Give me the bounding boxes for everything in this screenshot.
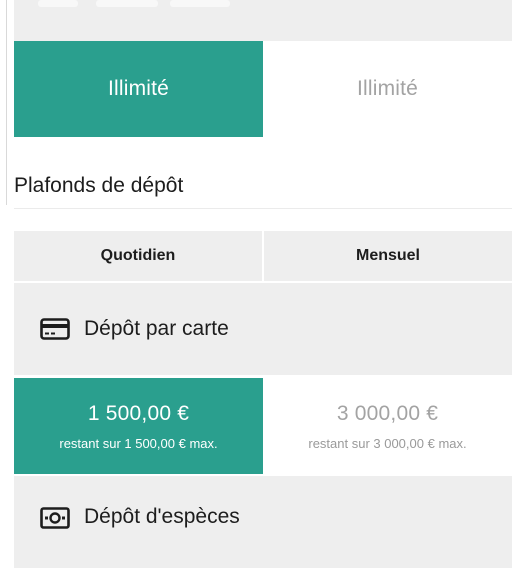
card-deposit-daily-remaining: restant sur 1 500,00 € max.: [59, 435, 218, 451]
column-header-monthly: Mensuel: [355, 247, 420, 264]
left-edge-line: [6, 0, 7, 205]
previous-method-row: [14, 0, 512, 41]
card-deposit-monthly-value: 3 000,00 €: [336, 401, 439, 425]
deposit-limits-title: Plafonds de dépôt: [14, 174, 184, 197]
card-deposit-monthly-remaining: restant sur 3 000,00 € max.: [308, 435, 467, 451]
card-deposit-row: Dépôt par carte: [14, 283, 512, 375]
card-deposit-monthly-cell: 3 000,00 € restant sur 3 000,00 € max.: [263, 378, 512, 474]
card-deposit-daily-cell: 1 500,00 € restant sur 1 500,00 € max.: [14, 378, 263, 474]
card-deposit-label: Dépôt par carte: [84, 317, 229, 340]
withdrawal-daily-limit-cell: Illimité: [14, 41, 263, 137]
cash-deposit-row: Dépôt d'espèces: [14, 476, 512, 568]
withdrawal-monthly-limit-value: Illimité: [356, 77, 419, 100]
section-divider: [14, 208, 512, 209]
cash-deposit-label: Dépôt d'espèces: [84, 505, 240, 528]
banknote-icon: [40, 507, 70, 529]
card-deposit-daily-value: 1 500,00 €: [87, 401, 190, 425]
withdrawal-monthly-limit-cell: Illimité: [263, 41, 512, 137]
withdrawal-daily-limit-value: Illimité: [107, 77, 170, 100]
period-header-row: Quotidien Mensuel: [14, 231, 512, 281]
credit-card-icon: [40, 318, 70, 340]
column-header-daily: Quotidien: [100, 247, 176, 264]
